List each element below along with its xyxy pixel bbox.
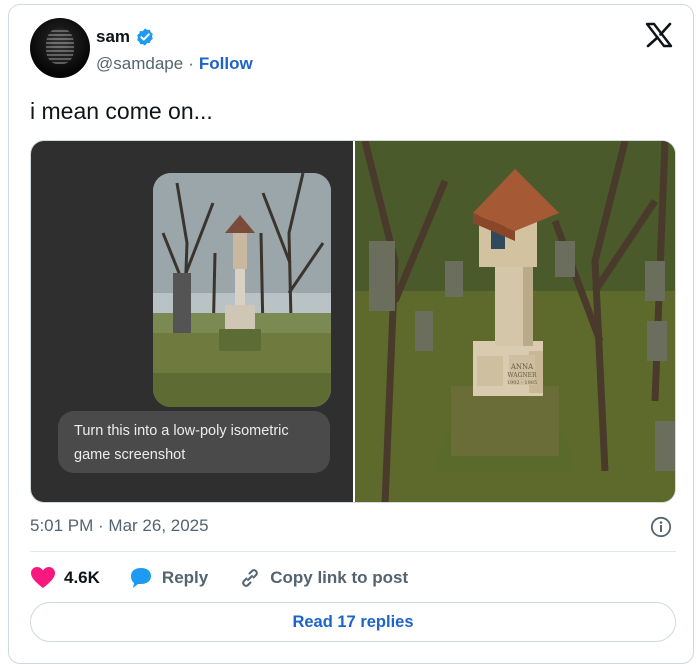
reply-button[interactable]: Reply — [128, 566, 208, 590]
copy-link-label: Copy link to post — [270, 568, 409, 587]
author-name[interactable]: sam — [96, 27, 130, 47]
author-name-row: sam — [96, 26, 155, 48]
copy-link-button[interactable]: Copy link to post — [238, 566, 408, 590]
follow-button[interactable]: Follow — [199, 54, 253, 74]
sign-line-3: 1902 - 1985 — [507, 380, 537, 386]
sign-line-2: WAGNER — [507, 372, 537, 379]
divider — [30, 551, 676, 552]
prompt-bubble: Turn this into a low-poly isometric game… — [58, 411, 330, 473]
heart-icon — [31, 567, 55, 588]
verified-badge-icon — [137, 28, 153, 46]
link-icon — [242, 569, 258, 587]
graveyard-photo — [153, 173, 331, 407]
author-handle-row: @samdape · Follow — [96, 54, 253, 74]
reply-bubble-icon — [130, 568, 151, 588]
avatar[interactable] — [30, 18, 90, 78]
lowpoly-render-panel: ANNA WAGNER 1902 - 1985 — [355, 141, 675, 502]
reply-label: Reply — [161, 568, 209, 587]
x-logo-icon[interactable] — [645, 22, 673, 48]
read-replies-button[interactable]: Read 17 replies — [30, 602, 676, 642]
info-icon[interactable] — [650, 516, 672, 538]
like-button[interactable]: 4.6K — [30, 566, 100, 590]
tweet-timestamp[interactable]: 5:01 PM · Mar 26, 2025 — [30, 516, 209, 536]
likes-count: 4.6K — [64, 568, 100, 587]
chat-screenshot-panel: Turn this into a low-poly isometric game… — [31, 141, 353, 502]
author-handle[interactable]: @samdape — [96, 54, 183, 74]
tweet-text: i mean come on... — [30, 98, 213, 124]
sign-line-1: ANNA — [510, 363, 534, 371]
media-image[interactable]: Turn this into a low-poly isometric game… — [30, 140, 676, 503]
separator-dot: · — [188, 54, 194, 73]
action-bar: 4.6K Reply Copy link to post — [30, 562, 408, 594]
avatar-face — [46, 28, 74, 64]
